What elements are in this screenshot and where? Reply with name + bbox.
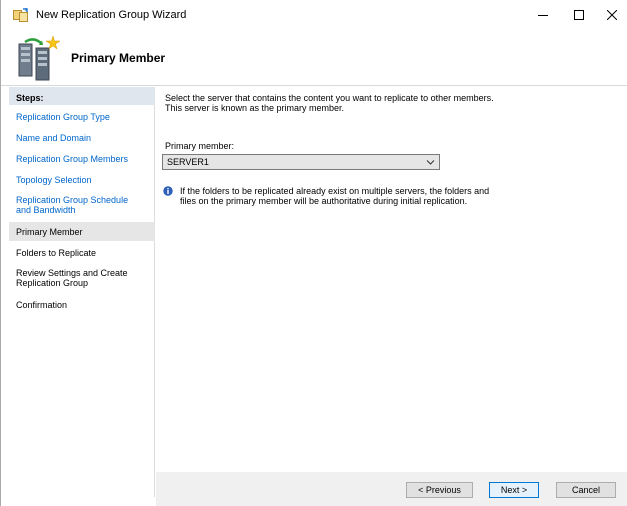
minimize-icon [538, 15, 548, 16]
close-icon [606, 10, 617, 20]
primary-member-label: Primary member: [165, 141, 235, 151]
window-title: New Replication Group Wizard [36, 9, 187, 21]
chevron-down-icon [426, 158, 435, 166]
next-button[interactable]: Next > [489, 482, 539, 498]
page-title: Primary Member [71, 51, 166, 65]
step-replication-group-type[interactable]: Replication Group Type [9, 112, 155, 122]
intro-text: Select the server that contains the cont… [165, 93, 494, 113]
step-topology-selection[interactable]: Topology Selection [9, 175, 155, 185]
step-name-and-domain[interactable]: Name and Domain [9, 133, 155, 143]
info-icon [163, 186, 173, 196]
content-panel: Select the server that contains the cont… [156, 87, 627, 472]
wizard-window: New Replication Group Wizard Primary Mem… [0, 0, 627, 506]
maximize-icon [574, 10, 584, 20]
previous-button[interactable]: < Previous [406, 482, 473, 498]
cancel-button[interactable]: Cancel [556, 482, 616, 498]
info-text: If the folders to be replicated already … [180, 186, 490, 206]
replication-app-icon [13, 7, 30, 22]
replication-group-icon [15, 34, 61, 82]
minimize-button[interactable] [523, 0, 563, 30]
step-folders-to-replicate: Folders to Replicate [16, 248, 97, 258]
wizard-header: Primary Member [1, 30, 627, 86]
step-review-settings: Review Settings and Create Replication G… [16, 268, 128, 288]
title-bar: New Replication Group Wizard [1, 0, 627, 30]
primary-member-value: SERVER1 [167, 157, 209, 167]
step-replication-group-members[interactable]: Replication Group Members [9, 154, 155, 164]
steps-heading: Steps: [9, 87, 155, 105]
primary-member-dropdown[interactable]: SERVER1 [162, 154, 440, 170]
close-button[interactable] [595, 0, 627, 30]
steps-panel: Steps: Replication Group Type Name and D… [9, 87, 155, 497]
maximize-button[interactable] [559, 0, 599, 30]
step-confirmation: Confirmation [16, 300, 68, 310]
step-schedule-and-bandwidth[interactable]: Replication Group Schedule and Bandwidth [9, 195, 155, 215]
step-primary-member: Primary Member [9, 222, 155, 241]
wizard-footer: < Previous Next > Cancel [156, 472, 627, 506]
